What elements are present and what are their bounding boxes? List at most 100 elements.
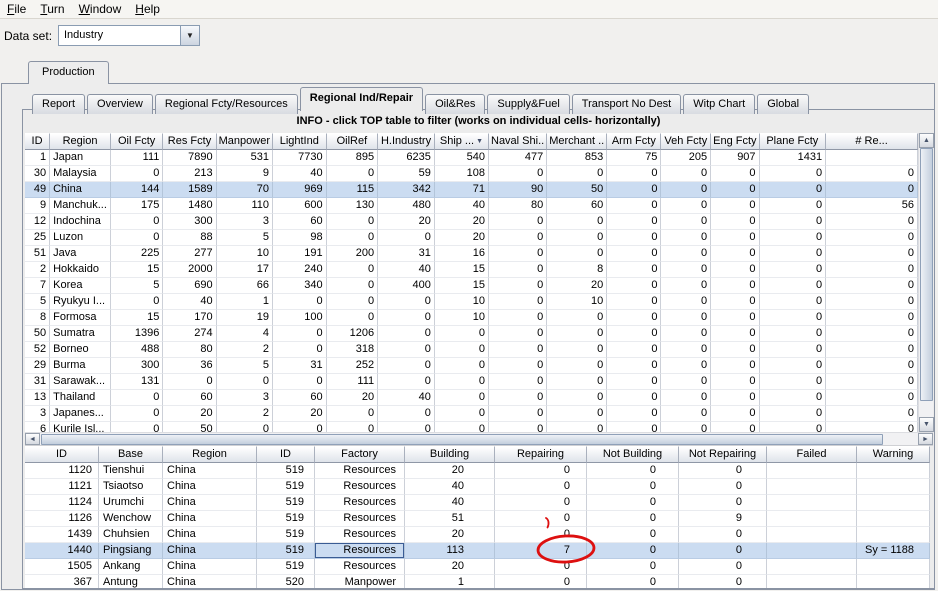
cell[interactable]: 0 bbox=[759, 326, 827, 342]
column-header-merchant[interactable]: Merchant .. bbox=[547, 133, 608, 150]
cell[interactable]: 0 bbox=[826, 278, 918, 294]
cell[interactable]: 20 bbox=[547, 278, 608, 294]
cell[interactable]: 531 bbox=[216, 150, 273, 166]
cell[interactable]: Resources bbox=[315, 511, 405, 527]
cell[interactable]: 0 bbox=[661, 214, 712, 230]
cell[interactable]: 519 bbox=[257, 495, 315, 511]
cell[interactable]: Manchuk... bbox=[50, 198, 111, 214]
cell[interactable]: 519 bbox=[257, 559, 315, 575]
cell[interactable]: 0 bbox=[495, 463, 587, 479]
cell[interactable]: 0 bbox=[759, 214, 827, 230]
cell[interactable]: 1 bbox=[25, 150, 51, 166]
cell[interactable]: 0 bbox=[661, 182, 712, 198]
cell[interactable]: 1124 bbox=[25, 495, 99, 511]
cell[interactable]: 20 bbox=[326, 390, 379, 406]
cell[interactable]: 0 bbox=[826, 230, 918, 246]
cell[interactable]: 0 bbox=[216, 374, 273, 390]
cell[interactable]: 0 bbox=[759, 198, 827, 214]
cell[interactable]: Burma bbox=[50, 358, 111, 374]
cell[interactable]: 108 bbox=[434, 166, 489, 182]
cell[interactable]: 0 bbox=[489, 406, 548, 422]
tab-report[interactable]: Report bbox=[32, 94, 86, 114]
cell[interactable]: 0 bbox=[759, 406, 827, 422]
table-row[interactable]: 30 Malaysia 0 213 9 40 0 59 108 0 0 0 0 0 0 0 bbox=[25, 166, 918, 182]
cell[interactable]: 213 bbox=[163, 166, 217, 182]
cell[interactable]: 175 bbox=[110, 198, 164, 214]
cell[interactable]: Korea bbox=[50, 278, 111, 294]
cell[interactable]: 0 bbox=[826, 246, 918, 262]
table-row[interactable]: 1124 Urumchi China 519 Resources 40 0 0 0 bbox=[25, 495, 930, 511]
cell[interactable]: 0 bbox=[607, 294, 662, 310]
cell[interactable]: 0 bbox=[326, 262, 379, 278]
cell[interactable]: 0 bbox=[110, 166, 164, 182]
cell[interactable]: 0 bbox=[378, 326, 435, 342]
table-row[interactable]: 1505 Ankang China 519 Resources 20 0 0 0 bbox=[25, 559, 930, 575]
cell[interactable]: 50 bbox=[163, 422, 217, 432]
cell[interactable]: 0 bbox=[217, 422, 273, 432]
cell[interactable]: 0 bbox=[434, 342, 489, 358]
cell[interactable]: Resources bbox=[315, 527, 405, 543]
cell[interactable]: 10 bbox=[547, 294, 608, 310]
cell[interactable]: 0 bbox=[661, 262, 712, 278]
cell[interactable]: 0 bbox=[826, 214, 918, 230]
cell[interactable]: 0 bbox=[489, 294, 548, 310]
cell[interactable]: 20 bbox=[405, 527, 495, 543]
tab-witp-chart[interactable]: Witp Chart bbox=[683, 94, 756, 114]
cell[interactable]: 519 bbox=[257, 543, 315, 559]
cell[interactable]: 9 bbox=[216, 166, 273, 182]
cell[interactable] bbox=[857, 511, 930, 527]
cell[interactable] bbox=[826, 150, 918, 166]
cell[interactable]: 0 bbox=[826, 182, 918, 198]
cell[interactable]: 225 bbox=[110, 246, 164, 262]
cell[interactable]: 0 bbox=[661, 246, 712, 262]
cell[interactable]: 0 bbox=[495, 527, 587, 543]
cell[interactable]: China bbox=[163, 527, 257, 543]
cell[interactable] bbox=[767, 479, 857, 495]
cell[interactable]: 1206 bbox=[326, 326, 379, 342]
cell[interactable]: Resources bbox=[315, 559, 405, 575]
cell[interactable]: 1505 bbox=[25, 559, 99, 575]
cell[interactable] bbox=[857, 527, 930, 543]
cell[interactable]: 0 bbox=[711, 294, 760, 310]
cell[interactable]: 15 bbox=[434, 278, 489, 294]
cell[interactable]: 5 bbox=[110, 278, 164, 294]
cell[interactable]: 0 bbox=[711, 326, 760, 342]
cell[interactable]: 15 bbox=[110, 262, 164, 278]
cell[interactable]: 0 bbox=[547, 374, 608, 390]
cell[interactable]: 0 bbox=[711, 230, 760, 246]
cell[interactable]: 3 bbox=[216, 390, 273, 406]
cell[interactable]: 0 bbox=[711, 390, 760, 406]
cell[interactable]: 0 bbox=[759, 230, 827, 246]
cell[interactable]: 519 bbox=[257, 511, 315, 527]
cell[interactable]: 2 bbox=[216, 406, 273, 422]
cell[interactable]: 0 bbox=[826, 374, 918, 390]
tab-regional-ind-repair[interactable]: Regional Ind/Repair bbox=[299, 87, 424, 111]
cell[interactable]: Luzon bbox=[50, 230, 111, 246]
cell[interactable]: 969 bbox=[273, 182, 327, 198]
cell[interactable] bbox=[767, 559, 857, 575]
cell[interactable] bbox=[857, 559, 930, 575]
cell[interactable]: 1120 bbox=[25, 463, 99, 479]
column-header-factory[interactable]: Factory bbox=[315, 446, 405, 463]
cell[interactable]: 367 bbox=[25, 575, 99, 588]
cell[interactable]: 0 bbox=[759, 182, 827, 198]
cell[interactable]: 17 bbox=[216, 262, 273, 278]
cell[interactable]: Formosa bbox=[50, 310, 111, 326]
cell[interactable]: Ryukyu I... bbox=[50, 294, 111, 310]
cell[interactable]: 1431 bbox=[759, 150, 827, 166]
cell[interactable]: 480 bbox=[378, 198, 435, 214]
cell[interactable]: 0 bbox=[661, 374, 712, 390]
cell[interactable]: 0 bbox=[759, 390, 827, 406]
cell[interactable]: 0 bbox=[547, 326, 608, 342]
cell[interactable]: 0 bbox=[826, 422, 918, 432]
cell[interactable]: 0 bbox=[607, 390, 662, 406]
cell[interactable]: 0 bbox=[711, 374, 760, 390]
table-row[interactable]: 5 Ryukyu I... 0 40 1 0 0 0 10 0 10 0 0 0 0 0 bbox=[25, 294, 918, 310]
cell[interactable]: China bbox=[163, 575, 257, 588]
cell[interactable] bbox=[767, 527, 857, 543]
cell[interactable]: 9 bbox=[679, 511, 767, 527]
cell[interactable]: 0 bbox=[607, 262, 662, 278]
cell[interactable]: 0 bbox=[273, 294, 327, 310]
dataset-combobox[interactable]: Industry ▼ bbox=[58, 25, 200, 46]
cell[interactable]: 0 bbox=[489, 326, 548, 342]
